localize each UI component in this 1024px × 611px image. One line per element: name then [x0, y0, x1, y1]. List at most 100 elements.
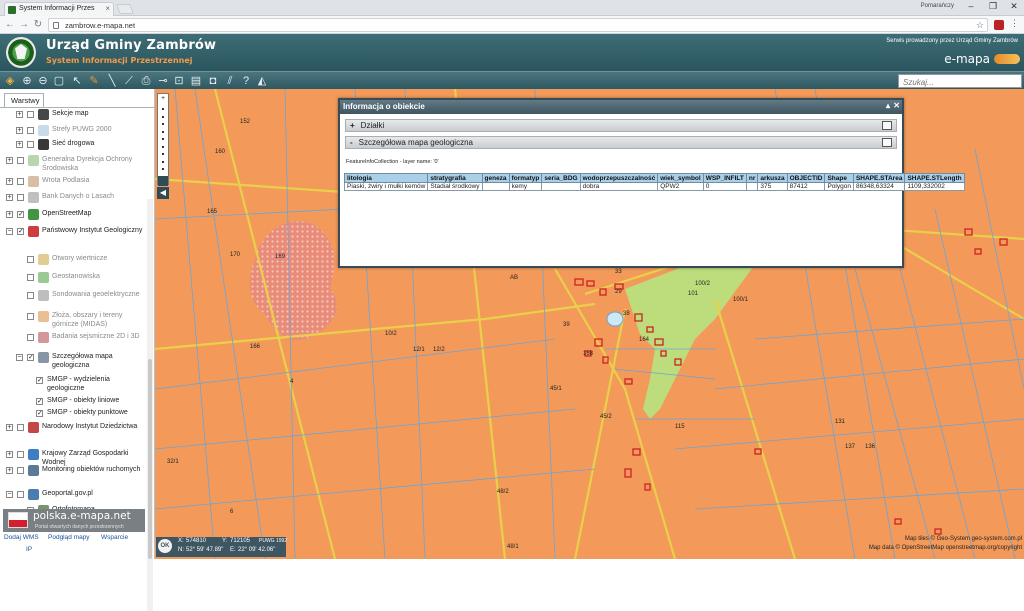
zoom-box-icon[interactable]: ▢: [52, 74, 66, 88]
support-link[interactable]: Wsparcie: [101, 534, 128, 541]
layer-item[interactable]: ✓ SMGP - obiekty punktowe: [0, 408, 148, 419]
expand-toggle-icon[interactable]: +: [16, 127, 23, 134]
profile-name[interactable]: Pomarańczy: [921, 3, 954, 9]
zoom-step[interactable]: [162, 130, 164, 133]
layer-item[interactable]: + Bank Danych o Lasach: [0, 192, 148, 203]
zoom-in-icon[interactable]: ⊕: [20, 74, 34, 88]
layer-checkbox[interactable]: ✓: [17, 211, 24, 218]
layer-checkbox[interactable]: ✓: [27, 354, 34, 361]
expand-toggle-icon[interactable]: +: [16, 141, 23, 148]
zoom-slider[interactable]: +: [157, 93, 169, 186]
layer-checkbox[interactable]: ✓: [36, 410, 43, 417]
polska-emapa-banner[interactable]: polska.e-mapa.net Portal otwartych danyc…: [3, 509, 145, 532]
expand-toggle-icon[interactable]: +: [6, 424, 13, 431]
zoom-step[interactable]: [162, 108, 164, 110]
extension-icon[interactable]: [994, 20, 1004, 30]
hatch-icon[interactable]: ⫽: [223, 74, 237, 88]
expand-toggle-icon[interactable]: +: [6, 194, 13, 201]
print-icon[interactable]: [882, 121, 892, 130]
layer-item[interactable]: ✓ SMGP - wydzielenia geologiczne: [0, 375, 148, 393]
layer-item[interactable]: − ✓ Szczegółowa mapa geologiczna: [0, 352, 148, 370]
new-tab-button[interactable]: [116, 4, 134, 14]
layer-item[interactable]: − ✓ Państwowy Instytut Geologiczny: [0, 226, 148, 244]
zoom-out-icon[interactable]: ⊖: [36, 74, 50, 88]
bookmark-star-icon[interactable]: ☆: [976, 20, 984, 31]
link-icon[interactable]: ⊸: [156, 74, 170, 88]
expand-toggle-icon[interactable]: −: [16, 354, 23, 361]
section-geology[interactable]: - Szczegółowa mapa geologiczna: [345, 136, 897, 149]
layer-checkbox[interactable]: [27, 256, 34, 263]
expand-toggle-icon[interactable]: −: [6, 491, 13, 498]
zoom-step[interactable]: [162, 160, 164, 163]
measure-area-icon[interactable]: ⟋: [122, 74, 136, 88]
browser-tab[interactable]: System Informacji Przes ×: [4, 2, 114, 16]
section-dzialki[interactable]: + Działki: [345, 119, 897, 132]
layer-item[interactable]: + Monitoring obiektów ruchomych: [0, 465, 148, 483]
expand-toggle-icon[interactable]: −: [6, 228, 13, 235]
measure-line-icon[interactable]: ╲: [105, 74, 119, 88]
layer-checkbox[interactable]: [17, 178, 24, 185]
map-canvas[interactable]: 152 160 165 170 169 166 10/2 12/1 12/2 38 39 45/1 45…: [155, 89, 1024, 559]
tab-layers[interactable]: Warstwy: [4, 93, 44, 107]
layer-item[interactable]: Otwory wiertnicze: [0, 254, 148, 265]
minimize-panel-icon[interactable]: ▴: [886, 101, 890, 110]
table-icon[interactable]: ▤: [189, 74, 203, 88]
zoom-step[interactable]: [162, 168, 164, 170]
add-wms-link[interactable]: Dodaj WMS: [4, 534, 39, 541]
tab-close-icon[interactable]: ×: [105, 4, 110, 13]
layer-item[interactable]: Złoża, obszary i tereny górnicze (MIDAS): [0, 311, 148, 329]
ip-link[interactable]: IP: [26, 546, 32, 553]
osm-attribution[interactable]: Map data © OpenStreetMap openstreetmap.o…: [869, 545, 1022, 551]
expand-toggle-icon[interactable]: +: [6, 467, 13, 474]
zoom-step[interactable]: [162, 145, 164, 148]
emapa-brand[interactable]: e-mapa: [944, 52, 990, 66]
expand-toggle-icon[interactable]: +: [6, 157, 13, 164]
layer-checkbox[interactable]: [17, 451, 24, 458]
pointer-icon[interactable]: ↖: [70, 74, 84, 88]
layer-item[interactable]: Sondowania geoelektryczne: [0, 290, 148, 308]
layer-item[interactable]: Badania sejsmiczne 2D i 3D: [0, 332, 148, 350]
search-input[interactable]: [898, 74, 1022, 88]
layer-checkbox[interactable]: [17, 157, 24, 164]
layer-checkbox[interactable]: [17, 194, 24, 201]
minimize-icon[interactable]: –: [962, 1, 980, 11]
zoom-step[interactable]: [162, 123, 164, 125]
forward-icon[interactable]: →: [18, 19, 30, 31]
layer-checkbox[interactable]: [27, 274, 34, 281]
layer-checkbox[interactable]: ✓: [36, 377, 43, 384]
layer-checkbox[interactable]: ✓: [17, 228, 24, 235]
layer-checkbox[interactable]: [27, 313, 34, 320]
layer-item[interactable]: Geostanowiska: [0, 272, 148, 283]
layer-checkbox[interactable]: [27, 127, 34, 134]
reload-icon[interactable]: ↻: [32, 19, 44, 31]
expand-toggle-icon[interactable]: +: [6, 451, 13, 458]
browser-menu-icon[interactable]: ⋮: [1010, 18, 1019, 29]
back-icon[interactable]: ←: [4, 19, 16, 31]
zoom-step[interactable]: [162, 115, 164, 118]
zoom-handle[interactable]: [158, 176, 168, 186]
print-icon[interactable]: ⎙: [139, 74, 153, 88]
identify-icon[interactable]: ⊡: [172, 74, 186, 88]
sidebar-scrollbar[interactable]: [147, 199, 153, 611]
layer-item[interactable]: ✓ SMGP - obiekty liniowe: [0, 396, 148, 407]
pencil-icon[interactable]: ✎: [87, 74, 101, 88]
gps-icon[interactable]: OK: [158, 539, 172, 553]
layer-checkbox[interactable]: [27, 111, 34, 118]
layer-item[interactable]: + Strefy PUWG 2000: [0, 125, 148, 136]
zoom-step[interactable]: [162, 138, 164, 140]
layer-item[interactable]: − Geoportal.gov.pl: [0, 489, 148, 500]
layer-checkbox[interactable]: ✓: [36, 398, 43, 405]
restore-icon[interactable]: ❐: [984, 1, 1002, 12]
scrollbar-thumb[interactable]: [148, 359, 152, 559]
layer-checkbox[interactable]: [17, 424, 24, 431]
layer-item[interactable]: + Generalna Dyrekcja Ochrony Środowiska: [0, 155, 148, 173]
url-input[interactable]: zambrow.e-mapa.net ☆: [48, 18, 988, 32]
layer-item[interactable]: + Narodowy Instytut Dziedzictwa: [0, 422, 148, 440]
expand-toggle-icon[interactable]: +: [16, 111, 23, 118]
layer-item[interactable]: + Sekcje map: [0, 109, 148, 120]
print-icon[interactable]: [882, 138, 892, 147]
layer-checkbox[interactable]: [27, 334, 34, 341]
expand-toggle-icon[interactable]: +: [6, 178, 13, 185]
layers-icon[interactable]: ◈: [3, 74, 17, 88]
layer-checkbox[interactable]: [27, 141, 34, 148]
